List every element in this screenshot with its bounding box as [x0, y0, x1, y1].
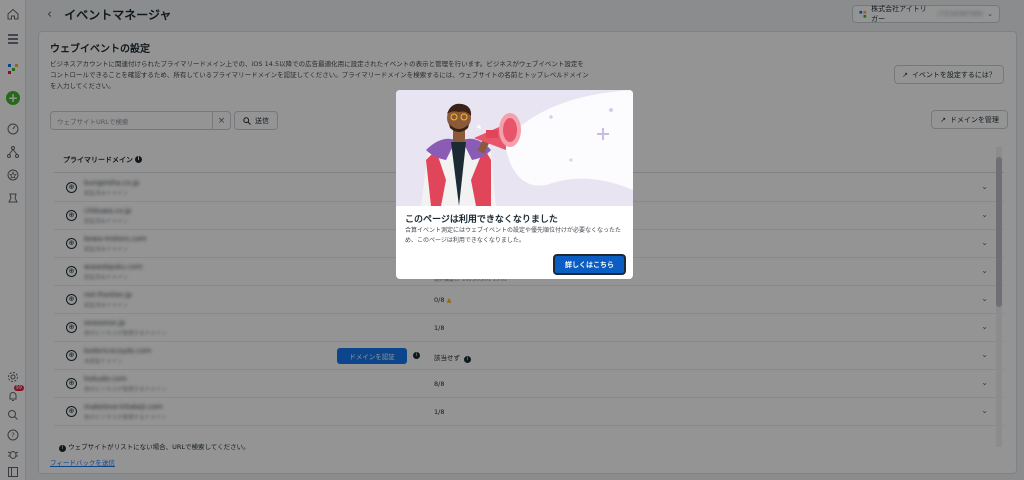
- learn-more-button[interactable]: 詳しくはこちら: [553, 254, 626, 275]
- megaphone-illustration: [396, 90, 633, 206]
- dialog-message: 合算イベント測定にはウェブイベントの設定や優先順位付けが必要なくなったため、この…: [405, 227, 622, 244]
- deprecation-dialog: このページは利用できなくなりました 合算イベント測定にはウェブイベントの設定や優…: [396, 90, 633, 279]
- dialog-title: このページは利用できなくなりました: [405, 215, 558, 225]
